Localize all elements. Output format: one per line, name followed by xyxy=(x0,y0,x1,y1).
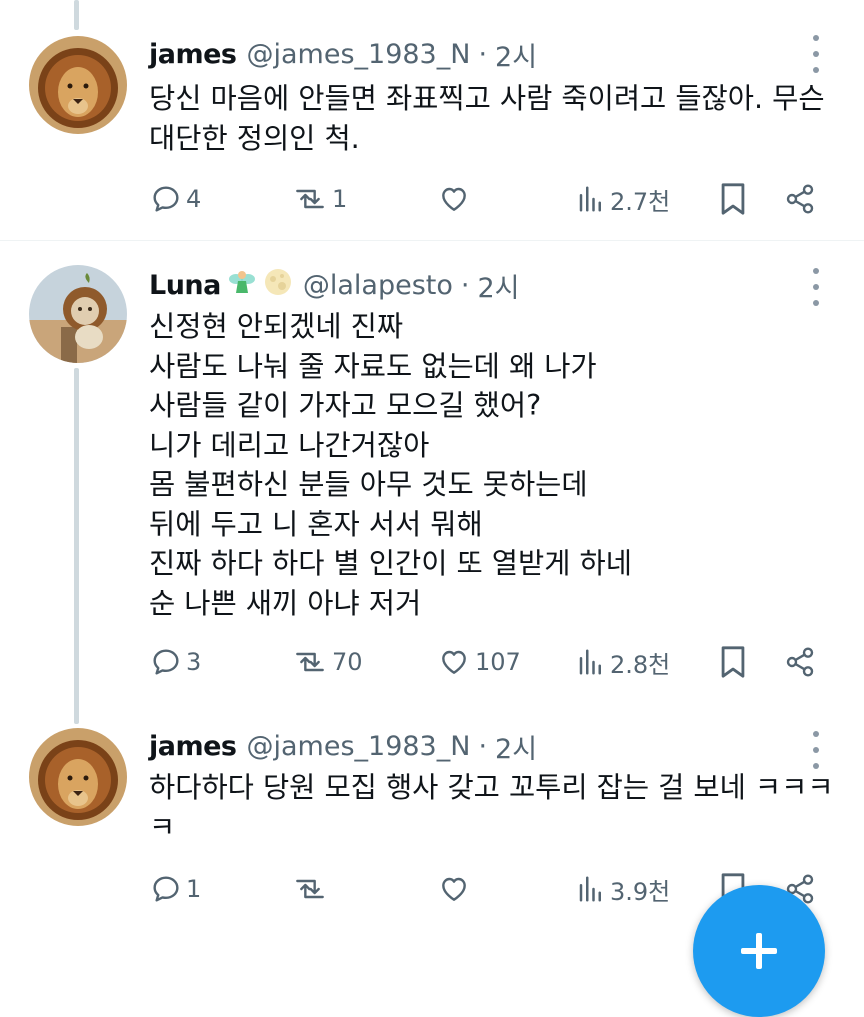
avatar[interactable] xyxy=(29,36,127,134)
more-options-icon[interactable] xyxy=(808,268,824,306)
like-button[interactable] xyxy=(437,866,475,912)
tweet-text-line: 사람도 나눠 줄 자료도 없는데 왜 나가 xyxy=(149,349,597,383)
tweet[interactable]: james @james_1983_N · 2시 당신 마음에 안들면 좌표찍고… xyxy=(0,0,864,240)
tweet-header: james @james_1983_N · 2시 xyxy=(149,34,537,74)
reply-count: 3 xyxy=(186,648,202,676)
more-options-icon[interactable] xyxy=(808,35,824,73)
tweet-text-line: 사람들 같이 가자고 모으길 했어? xyxy=(149,389,542,422)
tweet-text-line: 하다하다 당원 모집 행사 갖고 꼬투리 잡는 걸 보네 ㅋㅋㅋ xyxy=(149,771,834,804)
reply-icon xyxy=(153,649,179,675)
view-count: 3.9천 xyxy=(610,877,671,906)
repost-icon xyxy=(296,652,324,672)
views-button[interactable]: 3.9천 xyxy=(576,866,670,912)
like-count: 107 xyxy=(475,648,521,676)
bookmark-icon xyxy=(721,183,745,215)
bookmark-icon xyxy=(721,646,745,678)
timestamp[interactable]: 2시 xyxy=(495,35,537,74)
repost-button[interactable]: 1 xyxy=(292,176,347,222)
share-icon xyxy=(786,647,814,677)
tweet-text: 하다하다 당원 모집 행사 갖고 꼬투리 잡는 걸 보네 ㅋㅋㅋ ㅋ xyxy=(149,768,834,847)
action-bar: 4 1 2.7천 xyxy=(0,176,864,222)
repost-icon xyxy=(296,189,324,209)
reply-count: 4 xyxy=(186,185,202,213)
separator-dot: · xyxy=(460,269,470,301)
fairy-emoji xyxy=(227,267,257,304)
tweet[interactable]: Luna @lalapesto · 2시 신정현 안되겠네 진짜 사람도 나눠 … xyxy=(0,241,864,711)
tweet-text-line: 신정현 안되겠네 진짜 xyxy=(149,310,404,343)
views-button[interactable]: 2.8천 xyxy=(576,639,670,685)
share-button[interactable] xyxy=(784,176,816,222)
view-count: 2.7천 xyxy=(610,187,671,216)
bookmark-button[interactable] xyxy=(718,176,748,222)
tweet-text-line: 뒤에 두고 니 혼자 서서 뭐해 xyxy=(149,507,483,541)
action-bar: 3 70 107 2.8천 xyxy=(0,639,864,685)
user-handle[interactable]: @james_1983_N xyxy=(247,39,471,70)
separator-dot: · xyxy=(478,38,488,70)
tweet-text-line: ㅋ xyxy=(149,810,176,844)
reply-icon xyxy=(153,876,179,902)
display-name[interactable]: Luna xyxy=(149,270,221,301)
tweet-text-line: 순 나쁜 새끼 아냐 저거 xyxy=(149,586,422,620)
timestamp[interactable]: 2시 xyxy=(495,727,537,766)
tweet-header: Luna @lalapesto · 2시 xyxy=(149,265,520,305)
avatar[interactable] xyxy=(29,728,127,826)
heart-icon xyxy=(442,650,466,674)
view-count: 2.8천 xyxy=(610,650,671,679)
tweet-text: 당신 마음에 안들면 좌표찍고 사람 죽이려고 들잖아. 무슨 대단한 정의인 … xyxy=(149,79,829,158)
display-name[interactable]: james xyxy=(149,39,237,70)
plus-icon xyxy=(741,948,777,954)
reply-icon xyxy=(153,186,179,212)
tweet-text-line: 당신 마음에 안들면 좌표찍고 사람 죽이려고 들잖아. 무슨 xyxy=(149,82,825,115)
repost-button[interactable]: 70 xyxy=(292,639,363,685)
tweet-header: james @james_1983_N · 2시 xyxy=(149,726,537,766)
user-handle[interactable]: @lalapesto xyxy=(303,270,453,301)
full-moon-emoji xyxy=(263,267,293,304)
repost-icon xyxy=(296,879,324,899)
repost-button[interactable] xyxy=(292,866,332,912)
tweet-text-line: 니가 데리고 나간거잖아 xyxy=(149,428,430,462)
share-icon xyxy=(786,184,814,214)
repost-count: 70 xyxy=(332,648,363,676)
tweet-text-line: 대단한 정의인 척. xyxy=(149,121,360,155)
views-chart-icon xyxy=(579,186,601,212)
separator-dot: · xyxy=(478,730,488,762)
bookmark-button[interactable] xyxy=(718,639,748,685)
reply-button[interactable]: 4 xyxy=(150,176,201,222)
tweet-text-line: 진짜 하다 하다 별 인간이 또 열받게 하네 xyxy=(149,547,632,580)
heart-icon xyxy=(442,187,466,211)
avatar[interactable] xyxy=(29,265,127,363)
repost-count: 1 xyxy=(332,185,348,213)
share-button[interactable] xyxy=(784,639,816,685)
more-options-icon[interactable] xyxy=(808,731,824,769)
views-button[interactable]: 2.7천 xyxy=(576,176,670,222)
display-name[interactable]: james xyxy=(149,731,237,762)
like-button[interactable] xyxy=(437,176,475,222)
views-chart-icon xyxy=(579,876,601,902)
tweet-text: 신정현 안되겠네 진짜 사람도 나눠 줄 자료도 없는데 왜 나가 사람들 같이… xyxy=(149,307,829,623)
reply-count: 1 xyxy=(186,875,202,903)
heart-icon xyxy=(442,877,466,901)
compose-button[interactable] xyxy=(693,885,825,1017)
reply-button[interactable]: 3 xyxy=(150,639,201,685)
user-handle[interactable]: @james_1983_N xyxy=(247,731,471,762)
reply-button[interactable]: 1 xyxy=(150,866,201,912)
timestamp[interactable]: 2시 xyxy=(478,266,520,305)
views-chart-icon xyxy=(579,649,601,675)
like-button[interactable]: 107 xyxy=(437,639,521,685)
tweet-text-line: 몸 불편하신 분들 아무 것도 못하는데 xyxy=(149,468,588,501)
